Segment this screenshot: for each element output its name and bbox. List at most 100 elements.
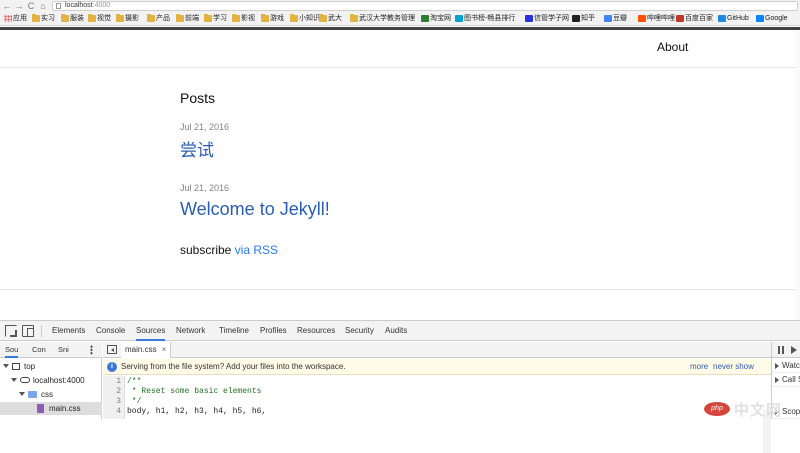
bookmark-item[interactable]: 实习 <box>31 12 55 25</box>
back-arrow-icon[interactable]: ← <box>2 0 12 12</box>
site-icon <box>572 15 580 22</box>
bookmark-item[interactable]: 影视 <box>231 12 255 25</box>
code-line: 2 * Reset some basic elements <box>103 387 771 397</box>
debugger-toolbar <box>772 342 800 358</box>
call-stack-section[interactable]: Call S <box>772 373 800 387</box>
bookmark-item[interactable]: 图书榜-畅县排行 <box>454 12 516 25</box>
frame-icon <box>12 363 20 370</box>
page-icon <box>56 3 61 9</box>
bookmark-item[interactable]: 视觉 <box>87 12 111 25</box>
folder-icon <box>147 14 155 22</box>
bookmark-item[interactable]: 百度百家 <box>675 12 713 25</box>
workspace-info-bar: i Serving from the file system? Add your… <box>103 359 771 375</box>
post-link[interactable]: Welcome to Jekyll! <box>180 199 330 220</box>
folder-icon <box>290 14 298 22</box>
forward-arrow-icon[interactable]: → <box>14 0 24 12</box>
tab-elements[interactable]: Elements <box>52 321 85 341</box>
info-more-link[interactable]: more <box>690 359 708 375</box>
bookmark-label: 应用 <box>13 15 27 22</box>
rss-link[interactable]: via RSS <box>235 243 278 257</box>
post-date: Jul 21, 2016 <box>180 122 230 132</box>
toggle-navigator-icon[interactable] <box>107 345 117 354</box>
chevron-down-icon[interactable] <box>3 364 9 368</box>
bookmark-item[interactable]: 信管学子网 <box>524 12 569 25</box>
tab-sources[interactable]: Sources <box>136 321 166 341</box>
editor-file-tab[interactable]: main.css × <box>121 342 172 358</box>
bookmark-item[interactable]: 前端 <box>175 12 199 25</box>
bookmark-label: 视觉 <box>97 15 111 22</box>
folder-icon <box>261 14 269 22</box>
navigator-tab-snippets[interactable]: Sni <box>58 342 69 358</box>
tree-item-main-css[interactable]: main.css <box>0 402 102 415</box>
pause-icon[interactable] <box>778 346 784 354</box>
info-icon: i <box>107 362 117 372</box>
device-mode-icon[interactable] <box>22 325 34 337</box>
tab-console[interactable]: Console <box>96 321 125 341</box>
site-icon <box>638 15 646 22</box>
bookmark-item[interactable]: 武汉大学教务管理 <box>349 12 415 25</box>
url-host: localhost <box>65 2 93 9</box>
bookmark-label: 淘宝网 <box>430 15 451 22</box>
bookmark-label: 信管学子网 <box>534 15 569 22</box>
bookmark-item[interactable]: 游戏 <box>260 12 284 25</box>
github-icon <box>718 15 726 22</box>
more-options-icon[interactable] <box>90 345 93 355</box>
info-message: Serving from the file system? Add your f… <box>121 362 346 371</box>
post-link[interactable]: 尝试 <box>180 136 214 161</box>
nav-about-link[interactable]: About <box>657 40 688 54</box>
subscribe-line: subscribe via RSS <box>180 243 278 257</box>
bookmark-item[interactable]: 应用 <box>3 12 27 25</box>
bookmark-item[interactable]: Google <box>755 12 788 25</box>
posts-heading: Posts <box>180 90 216 106</box>
bookmark-item[interactable]: 产品 <box>146 12 170 25</box>
home-icon[interactable]: ⌂ <box>38 0 48 12</box>
editor-tab-strip: main.css × <box>103 342 771 358</box>
tab-timeline[interactable]: Timeline <box>219 321 249 341</box>
bookmark-item[interactable]: 武大 <box>318 12 342 25</box>
line-number: 3 <box>116 397 121 406</box>
tab-profiles[interactable]: Profiles <box>260 321 287 341</box>
tab-network[interactable]: Network <box>176 321 205 341</box>
bookmark-item[interactable]: 淘宝网 <box>420 12 451 25</box>
inspect-element-icon[interactable] <box>5 325 17 337</box>
bookmark-item[interactable]: 摄影 <box>115 12 139 25</box>
chevron-down-icon[interactable] <box>19 392 25 396</box>
site-icon <box>455 15 463 22</box>
folder-icon <box>232 14 240 22</box>
navigator-tab-sources[interactable]: Sou <box>5 342 19 358</box>
site-icon <box>676 15 684 22</box>
tab-audits[interactable]: Audits <box>385 321 407 341</box>
bookmark-label: 产品 <box>156 15 170 22</box>
info-never-show-link[interactable]: never show <box>713 359 754 375</box>
code-area[interactable]: 1/** 2 * Reset some basic elements 3 */4 bo… <box>103 376 771 453</box>
chevron-right-icon <box>775 363 779 369</box>
site-icon <box>421 15 429 22</box>
chevron-down-icon[interactable] <box>11 378 17 382</box>
close-icon[interactable]: × <box>162 345 167 354</box>
address-bar[interactable]: localhost:4000 <box>52 1 798 11</box>
tree-item-host[interactable]: localhost:4000 <box>0 374 102 387</box>
tree-item-top[interactable]: top <box>0 360 102 373</box>
folder-icon <box>32 14 40 22</box>
page-scrollbar[interactable] <box>796 30 800 320</box>
bookmark-item[interactable]: GitHub <box>717 12 749 25</box>
tree-item-label: localhost:4000 <box>33 376 85 385</box>
step-over-icon[interactable] <box>791 346 797 354</box>
bookmark-item[interactable]: 小知识 <box>289 12 320 25</box>
tab-resources[interactable]: Resources <box>297 321 335 341</box>
devtools-toolbar: Elements Console Sources Network Timelin… <box>0 321 800 341</box>
watch-section[interactable]: Watc <box>772 359 800 373</box>
bookmark-item[interactable]: 学习 <box>203 12 227 25</box>
bookmark-item[interactable]: 服装 <box>60 12 84 25</box>
tab-security[interactable]: Security <box>345 321 374 341</box>
bookmark-item[interactable]: 知乎 <box>571 12 595 25</box>
bookmark-label: 图书榜-畅县排行 <box>464 15 516 22</box>
bookmark-item[interactable]: 哔哩哔哩 <box>637 12 675 25</box>
reload-icon[interactable]: C <box>26 0 36 12</box>
folder-icon <box>28 391 37 398</box>
bookmark-item[interactable]: 豆瓣 <box>603 12 627 25</box>
navigator-tab-content-scripts[interactable]: Con <box>32 342 46 358</box>
bookmark-label: 豆瓣 <box>613 15 627 22</box>
tree-item-css-folder[interactable]: css <box>0 388 102 401</box>
watermark-text: 中文网 <box>734 402 783 419</box>
